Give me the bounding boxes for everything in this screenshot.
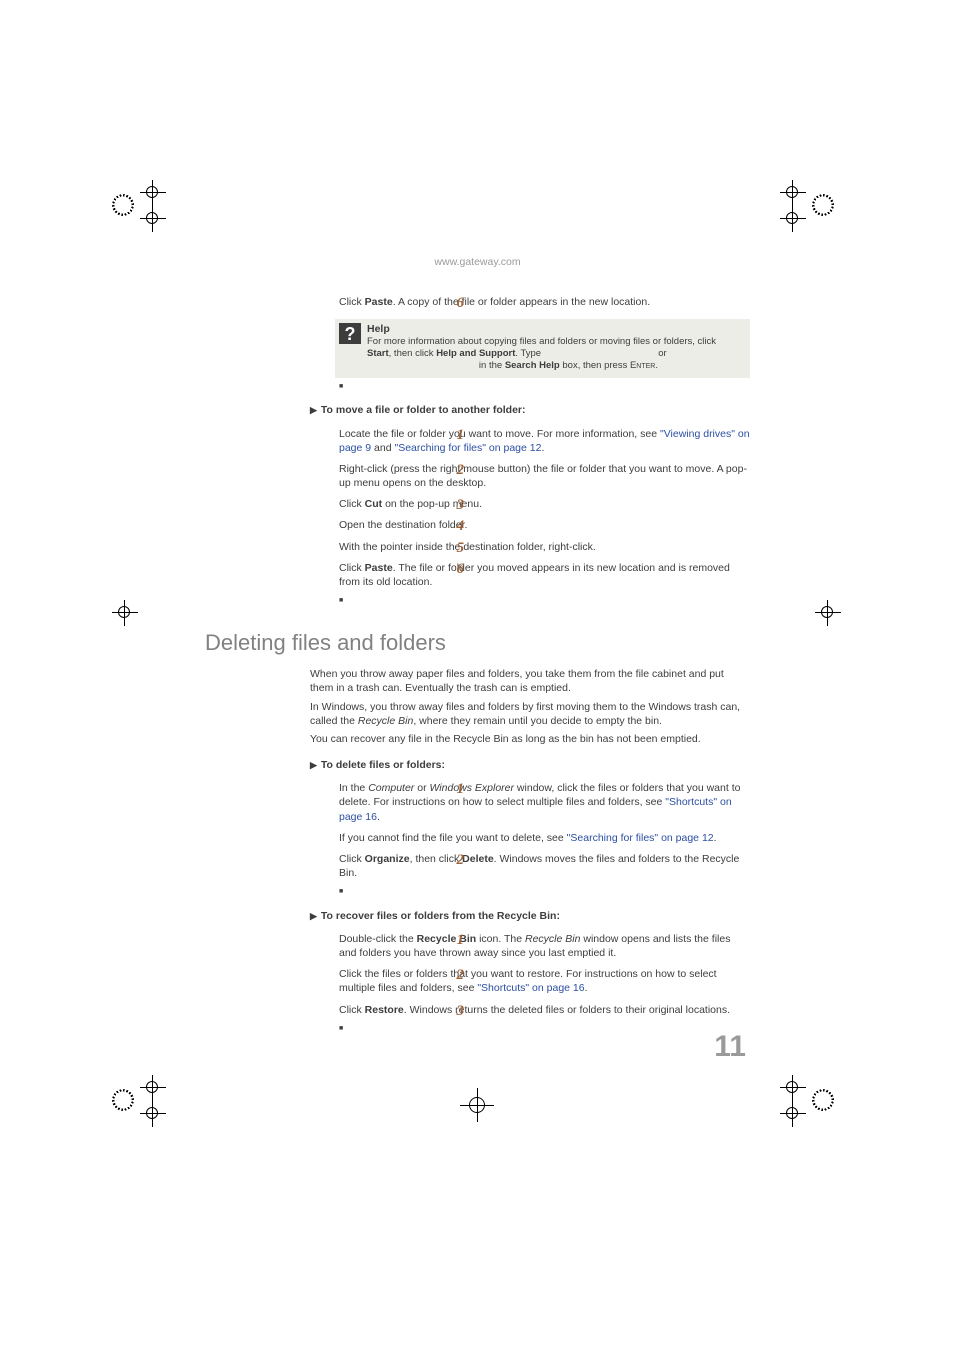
delete-step-1-note: If you cannot find the file you want to …: [339, 831, 750, 845]
paragraph: When you throw away paper files and fold…: [310, 667, 750, 695]
step-number: 5: [444, 538, 464, 558]
page-content: www.gateway.com 6 Click Paste. A copy of…: [205, 255, 750, 1037]
text: With the pointer inside the destination …: [339, 541, 596, 553]
paragraph: In Windows, you throw away files and fol…: [310, 700, 750, 728]
recover-step-1: 1 Double-click the Recycle Bin icon. The…: [339, 932, 750, 960]
heading-text: To recover files or folders from the Rec…: [321, 910, 560, 922]
text: Locate the file or folder you want to mo…: [339, 428, 660, 440]
registration-mark-icon: [780, 180, 840, 240]
page-number: 11: [714, 1030, 746, 1064]
procedure-heading-delete: ▶ To delete files or folders:: [310, 758, 750, 772]
searchhelp-label: Search Help: [505, 360, 560, 371]
text: Right-click (press the right mouse butto…: [339, 463, 747, 489]
keyword1: copying files and folders: [544, 348, 656, 359]
cut-label: Cut: [365, 498, 383, 510]
header-url[interactable]: www.gateway.com: [205, 255, 750, 269]
end-marker-icon: ■: [339, 887, 750, 896]
heading-text: To move a file or folder to another fold…: [321, 404, 526, 416]
step-number: 6: [444, 559, 464, 579]
step-number: 1: [444, 779, 464, 799]
step-text: 6 Click Paste. A copy of the file or fol…: [339, 295, 750, 309]
recycle-bin-term: Recycle Bin: [358, 715, 413, 727]
step-number: 1: [444, 425, 464, 445]
copy-step-6: 6 Click Paste. A copy of the file or fol…: [205, 295, 750, 391]
delete-label: Delete: [462, 853, 494, 865]
helpsupport-label: Help and Support: [436, 348, 515, 359]
registration-mark-icon: [780, 1075, 840, 1135]
step-number: 2: [444, 460, 464, 480]
registration-mark-icon: [112, 1075, 172, 1135]
help-title: Help: [367, 323, 744, 336]
step-number: 6: [444, 293, 464, 313]
move-step-6: 6 Click Paste. The file or folder you mo…: [339, 561, 750, 589]
paste-label: Paste: [365, 562, 393, 574]
move-step-3: 3 Click Cut on the pop-up menu.: [339, 497, 750, 511]
end-marker-icon: ■: [339, 596, 750, 605]
link-searching-files[interactable]: "Searching for files" on page 12: [394, 442, 541, 454]
move-step-5: 5 With the pointer inside the destinatio…: [339, 540, 750, 554]
link-shortcuts[interactable]: "Shortcuts" on page 16: [477, 982, 584, 994]
paste-label: Paste: [365, 296, 393, 308]
step-number: 2: [444, 965, 464, 985]
start-label: Start: [367, 348, 389, 359]
section-heading-deleting: Deleting files and folders: [205, 628, 750, 658]
organize-label: Organize: [365, 853, 410, 865]
heading-text: To delete files or folders:: [321, 759, 445, 771]
procedure-heading-recover: ▶ To recover files or folders from the Re…: [310, 909, 750, 923]
move-step-2: 2 Right-click (press the right mouse but…: [339, 462, 750, 490]
link-searching-files[interactable]: "Searching for files" on page 12: [567, 832, 714, 844]
step-number: 2: [444, 850, 464, 870]
end-marker-icon: ■: [339, 1024, 750, 1033]
triangle-icon: ▶: [310, 759, 317, 771]
recover-step-3: 3 Click Restore. Windows returns the del…: [339, 1003, 750, 1017]
step-number: 3: [444, 1001, 464, 1021]
recover-step-2: 2 Click the files or folders that you wa…: [339, 967, 750, 995]
step-number: 4: [444, 516, 464, 536]
registration-mark-icon: [112, 180, 172, 240]
restore-label: Restore: [365, 1004, 404, 1016]
move-step-4: 4 Open the destination folder.: [339, 518, 750, 532]
end-marker-icon: ■: [339, 382, 750, 391]
keyword2: moving files and folders: [367, 360, 476, 371]
registration-mark-icon: [460, 1088, 520, 1148]
delete-step-2: 2 Click Organize, then click Delete. Win…: [339, 852, 750, 880]
text: . A copy of the file or folder appears i…: [393, 296, 650, 308]
registration-mark-icon: [112, 600, 172, 660]
procedure-heading-move: ▶ To move a file or folder to another fol…: [310, 403, 750, 417]
help-icon: ?: [339, 323, 361, 344]
step-number: 3: [444, 495, 464, 515]
enter-key: Enter: [630, 360, 655, 371]
registration-mark-icon: [815, 600, 875, 660]
help-callout: ? Help For more information about copyin…: [335, 319, 750, 378]
text: Click: [339, 296, 365, 308]
delete-step-1: 1 In the Computer or Windows Explorer wi…: [339, 781, 750, 824]
paragraph: You can recover any file in the Recycle …: [310, 732, 750, 746]
help-text: For more information about copying files…: [367, 336, 716, 347]
step-number: 1: [444, 930, 464, 950]
triangle-icon: ▶: [310, 404, 317, 416]
move-step-1: 1 Locate the file or folder you want to …: [339, 427, 750, 455]
triangle-icon: ▶: [310, 910, 317, 922]
